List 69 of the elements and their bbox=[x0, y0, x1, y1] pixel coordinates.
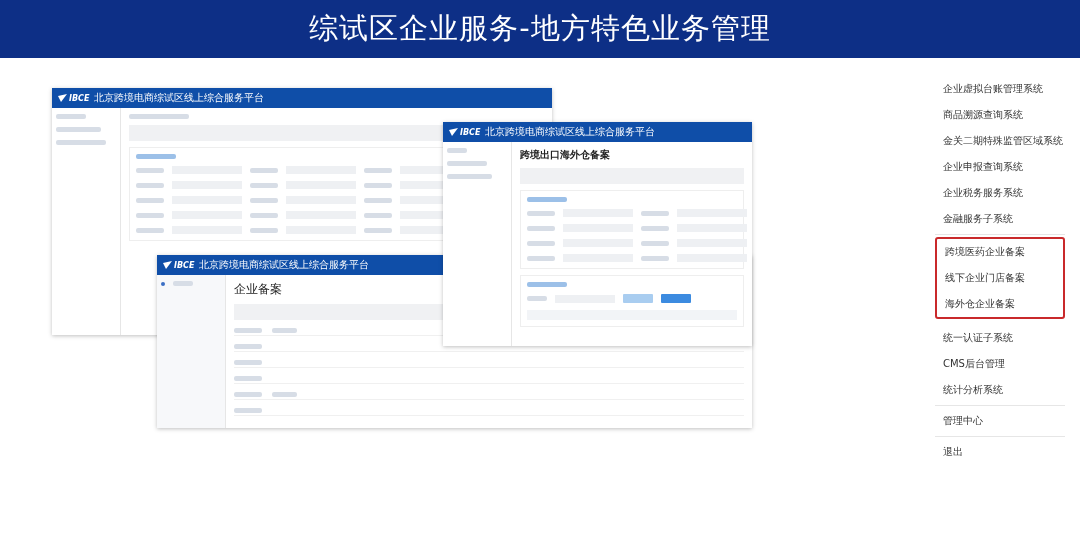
blurred-text bbox=[364, 212, 392, 218]
blurred-text bbox=[272, 392, 297, 397]
menu-item[interactable]: 企业虚拟台账管理系统 bbox=[935, 76, 1065, 102]
section-heading bbox=[527, 282, 567, 287]
blurred-text bbox=[447, 174, 492, 179]
blurred-text bbox=[641, 255, 669, 261]
blurred-text bbox=[136, 182, 164, 188]
blurred-text bbox=[136, 167, 164, 173]
platform-logo: IBCE bbox=[58, 93, 90, 103]
blurred-text bbox=[234, 376, 262, 381]
menu-item[interactable]: 海外仓企业备案 bbox=[937, 291, 1063, 317]
menu-item[interactable]: 统一认证子系统 bbox=[935, 325, 1065, 351]
blurred-text bbox=[56, 127, 101, 132]
slide-title: 综试区企业服务-地方特色业务管理 bbox=[309, 10, 771, 47]
menu-item[interactable]: 跨境医药企业备案 bbox=[937, 239, 1063, 265]
menu-item[interactable]: 退出 bbox=[935, 439, 1065, 465]
blurred-text bbox=[527, 225, 555, 231]
blurred-text bbox=[234, 392, 262, 397]
platform-title: 北京跨境电商综试区线上综合服务平台 bbox=[485, 125, 656, 139]
blurred-text bbox=[136, 212, 164, 218]
blurred-text bbox=[250, 197, 278, 203]
blurred-text bbox=[641, 210, 669, 216]
blurred-text bbox=[250, 227, 278, 233]
menu-item[interactable]: 企业申报查询系统 bbox=[935, 154, 1065, 180]
blurred-text bbox=[136, 197, 164, 203]
upload-button[interactable] bbox=[623, 294, 653, 303]
menu-item[interactable]: 管理中心 bbox=[935, 408, 1065, 434]
blurred-text bbox=[129, 114, 189, 119]
blurred-text bbox=[56, 140, 106, 145]
blurred-text bbox=[250, 182, 278, 188]
menu-item[interactable]: 线下企业门店备案 bbox=[937, 265, 1063, 291]
menu-item[interactable]: 金关二期特殊监管区域系统 bbox=[935, 128, 1065, 154]
blurred-text bbox=[641, 240, 669, 246]
blurred-text bbox=[272, 328, 297, 333]
platform-logo: IBCE bbox=[163, 260, 195, 270]
blurred-text bbox=[641, 225, 669, 231]
blurred-text bbox=[527, 240, 555, 246]
blurred-text bbox=[173, 281, 193, 286]
blurred-text bbox=[234, 360, 262, 365]
blurred-text bbox=[364, 167, 392, 173]
blurred-text bbox=[234, 344, 262, 349]
blurred-text bbox=[136, 227, 164, 233]
menu-item[interactable]: 统计分析系统 bbox=[935, 377, 1065, 403]
blurred-text bbox=[527, 210, 555, 216]
blurred-text bbox=[364, 182, 392, 188]
blurred-text bbox=[364, 197, 392, 203]
page-title: 企业备案 bbox=[234, 281, 282, 298]
blurred-text bbox=[234, 328, 262, 333]
menu-item[interactable]: CMS后台管理 bbox=[935, 351, 1065, 377]
bullet-icon bbox=[161, 281, 165, 286]
menu-item[interactable]: 企业税务服务系统 bbox=[935, 180, 1065, 206]
blurred-text bbox=[527, 296, 547, 301]
platform-title: 北京跨境电商综试区线上综合服务平台 bbox=[199, 258, 370, 272]
blurred-text bbox=[447, 148, 467, 153]
page-title: 跨境出口海外仓备案 bbox=[520, 148, 610, 162]
blurred-text bbox=[250, 212, 278, 218]
blurred-text bbox=[56, 114, 86, 119]
blurred-text bbox=[234, 408, 262, 413]
blurred-text bbox=[364, 227, 392, 233]
blurred-text bbox=[527, 255, 555, 261]
menu-item[interactable]: 金融服务子系统 bbox=[935, 206, 1065, 232]
section-heading bbox=[527, 197, 567, 202]
download-button[interactable] bbox=[661, 294, 691, 303]
platform-title: 北京跨境电商综试区线上综合服务平台 bbox=[94, 91, 265, 105]
blurred-text bbox=[447, 161, 487, 166]
menu-item[interactable]: 商品溯源查询系统 bbox=[935, 102, 1065, 128]
section-heading bbox=[136, 154, 176, 159]
blurred-text bbox=[250, 167, 278, 173]
platform-logo: IBCE bbox=[449, 127, 481, 137]
